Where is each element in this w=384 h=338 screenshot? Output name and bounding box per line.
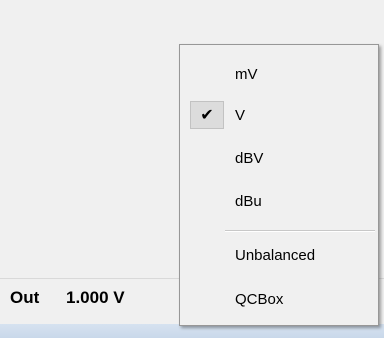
menu-item-mv[interactable]: mV [182,57,376,91]
unit-context-menu: mV ✔ V dBV dBu Unbalanced QCBox [179,44,379,326]
menu-item-unbalanced[interactable]: Unbalanced [182,238,376,272]
menu-item-v[interactable]: ✔ V [182,98,376,132]
output-value[interactable]: 1.000 V [66,288,125,308]
menu-item-dbv[interactable]: dBV [182,141,376,175]
menu-item-label: QCBox [235,290,284,308]
menu-item-label: V [235,106,246,124]
check-icon: ✔ [190,101,224,129]
menu-item-label: dBu [235,192,262,210]
menu-item-label: mV [235,65,258,83]
menu-item-label: Unbalanced [235,246,316,264]
output-label: Out [10,288,40,307]
menu-item-dbu[interactable]: dBu [182,184,376,218]
status-bar-bottom-band [0,324,384,338]
menu-item-label: dBV [235,149,264,167]
menu-separator [225,230,375,232]
menu-item-qcbox[interactable]: QCBox [182,282,376,316]
